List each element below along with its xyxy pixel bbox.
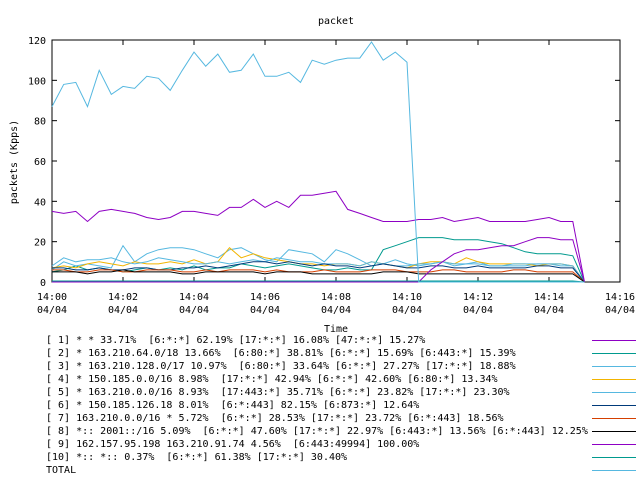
y-tick-label: 80 <box>34 117 46 128</box>
legend-swatch <box>592 457 636 458</box>
legend-swatch <box>592 431 636 432</box>
x-tick-time: 14:06 <box>250 292 280 303</box>
legend-entry: [ 7] 163.210.0.0/16 * 5.72% [6:*:*] 28.5… <box>46 412 636 425</box>
series-line-2 <box>51 237 585 283</box>
legend-label: [ 6] * 150.185.126.18 8.01% [6:*:443] 82… <box>46 400 420 411</box>
legend-swatch <box>592 340 636 341</box>
x-tick-date: 04/04 <box>463 305 493 316</box>
x-tick-date: 04/04 <box>321 305 351 316</box>
legend-swatch <box>592 379 636 380</box>
x-tick-time: 14:04 <box>179 292 209 303</box>
x-tick-date: 04/04 <box>250 305 280 316</box>
legend-entry: [ 6] * 150.185.126.18 8.01% [6:*:443] 82… <box>46 399 636 412</box>
legend-label: TOTAL <box>46 465 77 476</box>
legend-label: [ 7] 163.210.0.0/16 * 5.72% [6:*:*] 28.5… <box>46 413 504 424</box>
y-axis-label: packets (Kpps) <box>9 120 20 204</box>
plot-frame <box>51 39 621 283</box>
legend-swatch <box>592 470 636 471</box>
legend-label: [ 9] 162.157.95.198 163.210.91.74 4.56% … <box>46 439 420 450</box>
x-axis-label: Time <box>324 324 348 334</box>
x-tick-time: 14:10 <box>392 292 422 303</box>
series-layer <box>51 41 585 283</box>
y-tick-label: 20 <box>34 238 46 249</box>
legend-label: [10] *:: *:: 0.37% [6:*:*] 61.38% [17:*:… <box>46 452 348 463</box>
y-tick-label: 40 <box>34 197 46 208</box>
legend-swatch <box>592 392 636 393</box>
legend-entry: [ 8] *:: 2001::/16 5.09% [6:*:*] 47.60% … <box>46 425 636 438</box>
y-tick-label: 60 <box>34 157 46 168</box>
legend-swatch <box>592 418 636 419</box>
legend-entry: [ 1] * * 33.71% [6:*:*] 62.19% [17:*:*] … <box>46 334 636 347</box>
y-tick-label: 0 <box>40 278 46 289</box>
legend-swatch <box>592 353 636 354</box>
x-tick-time: 14:16 <box>605 292 635 303</box>
x-tick-date: 04/04 <box>392 305 422 316</box>
legend-entry: [10] *:: *:: 0.37% [6:*:*] 61.38% [17:*:… <box>46 451 636 464</box>
legend-entry: [ 5] * 163.210.0.0/16 8.93% [17:443:*] 3… <box>46 386 636 399</box>
legend-swatch <box>592 444 636 445</box>
chart: packet packets (Kpps) Time 0 20 40 60 80 100 1… <box>9 16 635 334</box>
x-tick-date: 04/04 <box>179 305 209 316</box>
legend-entry: [ 4] * 150.185.0.0/16 8.98% [17:*:*] 42.… <box>46 373 636 386</box>
y-tick-label: 100 <box>28 76 46 87</box>
legend-label: [ 4] * 150.185.0.0/16 8.98% [17:*:*] 42.… <box>46 374 498 385</box>
legend-label: [ 1] * * 33.71% [6:*:*] 62.19% [17:*:*] … <box>46 335 426 346</box>
x-tick-date: 04/04 <box>37 305 67 316</box>
x-tick-date: 04/04 <box>605 305 635 316</box>
legend-entry: [ 2] * 163.210.64.0/18 13.66% [6:80:*] 3… <box>46 347 636 360</box>
x-tick-time: 14:12 <box>463 292 493 303</box>
legend-label: [ 3] * 163.210.128.0/17 10.97% [6:80:*] … <box>46 361 516 372</box>
legend-label: [ 8] *:: 2001::/16 5.09% [6:*:*] 47.60% … <box>46 426 588 437</box>
legend-swatch <box>592 366 636 367</box>
legend-entry: [ 9] 162.157.95.198 163.210.91.74 4.56% … <box>46 438 636 451</box>
x-tick-date: 04/04 <box>108 305 138 316</box>
legend-label: [ 2] * 163.210.64.0/18 13.66% [6:80:*] 3… <box>46 348 516 359</box>
y-tick-label: 120 <box>28 36 46 47</box>
chart-title: packet <box>318 16 354 27</box>
legend-label: [ 5] * 163.210.0.0/16 8.93% [17:443:*] 3… <box>46 387 510 398</box>
x-tick-time: 14:02 <box>108 292 138 303</box>
x-tick-time: 14:14 <box>534 292 564 303</box>
legend-entry: TOTAL <box>46 464 636 477</box>
x-tick-time: 14:00 <box>37 292 67 303</box>
x-tick-date: 04/04 <box>534 305 564 316</box>
legend-swatch <box>592 405 636 406</box>
legend-entry: [ 3] * 163.210.128.0/17 10.97% [6:80:*] … <box>46 360 636 373</box>
x-tick-time: 14:08 <box>321 292 351 303</box>
